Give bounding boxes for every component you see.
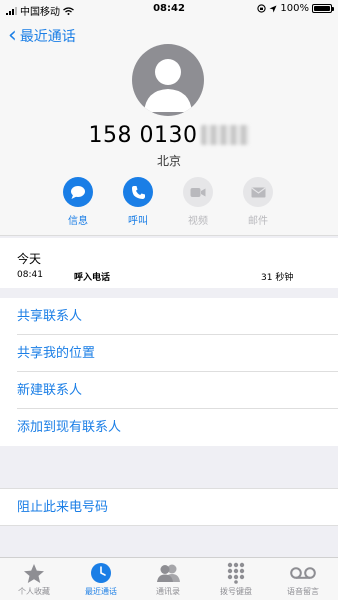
contact-options-list: 共享联系人 共享我的位置 新建联系人 添加到现有联系人 xyxy=(0,298,338,446)
message-button[interactable]: 信息 xyxy=(48,177,108,227)
call-log-section: 今天 08:41 呼入电话 31 秒钟 xyxy=(0,238,338,288)
tab-recents-label: 最近通话 xyxy=(85,587,117,596)
star-icon xyxy=(24,563,44,583)
battery-fill xyxy=(314,6,330,11)
call-label: 呼叫 xyxy=(128,216,148,227)
video-label: 视频 xyxy=(188,216,208,227)
share-contact-item[interactable]: 共享联系人 xyxy=(0,298,338,335)
tab-favorites-label: 个人收藏 xyxy=(18,587,50,596)
tab-voicemail[interactable]: 语音留言 xyxy=(270,562,336,597)
tab-contacts-label: 通讯录 xyxy=(156,587,180,596)
video-icon xyxy=(190,187,206,197)
add-to-existing-contact-item[interactable]: 添加到现有联系人 xyxy=(0,409,338,446)
call-circle xyxy=(123,177,153,207)
call-type: 呼入电话 xyxy=(74,273,111,283)
phone-icon xyxy=(131,185,145,199)
call-button[interactable]: 呼叫 xyxy=(108,177,168,227)
location-icon xyxy=(269,5,277,12)
clock-icon xyxy=(91,563,111,583)
battery-icon xyxy=(312,4,334,13)
tab-keypad-label: 拨号键盘 xyxy=(220,587,252,596)
message-icon xyxy=(71,185,85,199)
phone-number: 158 0130 xyxy=(0,123,338,148)
mail-label: 邮件 xyxy=(248,216,268,227)
mail-icon xyxy=(250,187,266,197)
tab-recents[interactable]: 最近通话 xyxy=(68,562,134,597)
mail-circle xyxy=(243,177,273,207)
back-button[interactable]: ‹ 最近通话 xyxy=(8,23,76,48)
create-contact-item[interactable]: 新建联系人 xyxy=(0,372,338,409)
call-duration: 31 秒钟 xyxy=(261,273,294,283)
video-button[interactable]: 视频 xyxy=(168,177,228,227)
contacts-icon xyxy=(157,564,180,582)
phone-number-text: 158 0130 xyxy=(88,123,198,148)
tab-bar: 个人收藏 最近通话 通讯录 拨号键盘 语音留言 xyxy=(0,557,338,600)
person-silhouette-icon xyxy=(144,59,192,112)
chevron-left-icon: ‹ xyxy=(8,23,17,48)
status-bar: 中国移动 08:42 100% xyxy=(0,0,338,18)
video-circle xyxy=(183,177,213,207)
avatar xyxy=(132,44,204,116)
voicemail-icon xyxy=(290,567,316,579)
redacted-digits xyxy=(201,125,250,145)
message-label: 信息 xyxy=(68,216,88,227)
mail-button[interactable]: 邮件 xyxy=(228,177,288,227)
status-right: 100% xyxy=(257,3,334,14)
share-location-item[interactable]: 共享我的位置 xyxy=(0,335,338,372)
call-time: 08:41 xyxy=(17,270,43,280)
call-day: 今天 xyxy=(17,252,42,266)
message-circle xyxy=(63,177,93,207)
tab-favorites[interactable]: 个人收藏 xyxy=(1,562,67,597)
back-label: 最近通话 xyxy=(19,29,76,45)
block-caller-item[interactable]: 阻止此来电号码 xyxy=(0,488,338,526)
location-label: 北京 xyxy=(156,154,181,168)
orientation-lock-icon xyxy=(257,4,267,13)
action-row: 信息 呼叫 视频 邮件 xyxy=(0,177,338,227)
tab-voicemail-label: 语音留言 xyxy=(287,587,319,596)
keypad-icon xyxy=(227,562,245,584)
contact-header: ‹ 最近通话 158 0130 北京 信息 呼叫 视频 邮件 xyxy=(0,18,338,236)
battery-percent: 100% xyxy=(280,3,309,14)
tab-contacts[interactable]: 通讯录 xyxy=(135,562,201,597)
tab-keypad[interactable]: 拨号键盘 xyxy=(203,562,269,597)
